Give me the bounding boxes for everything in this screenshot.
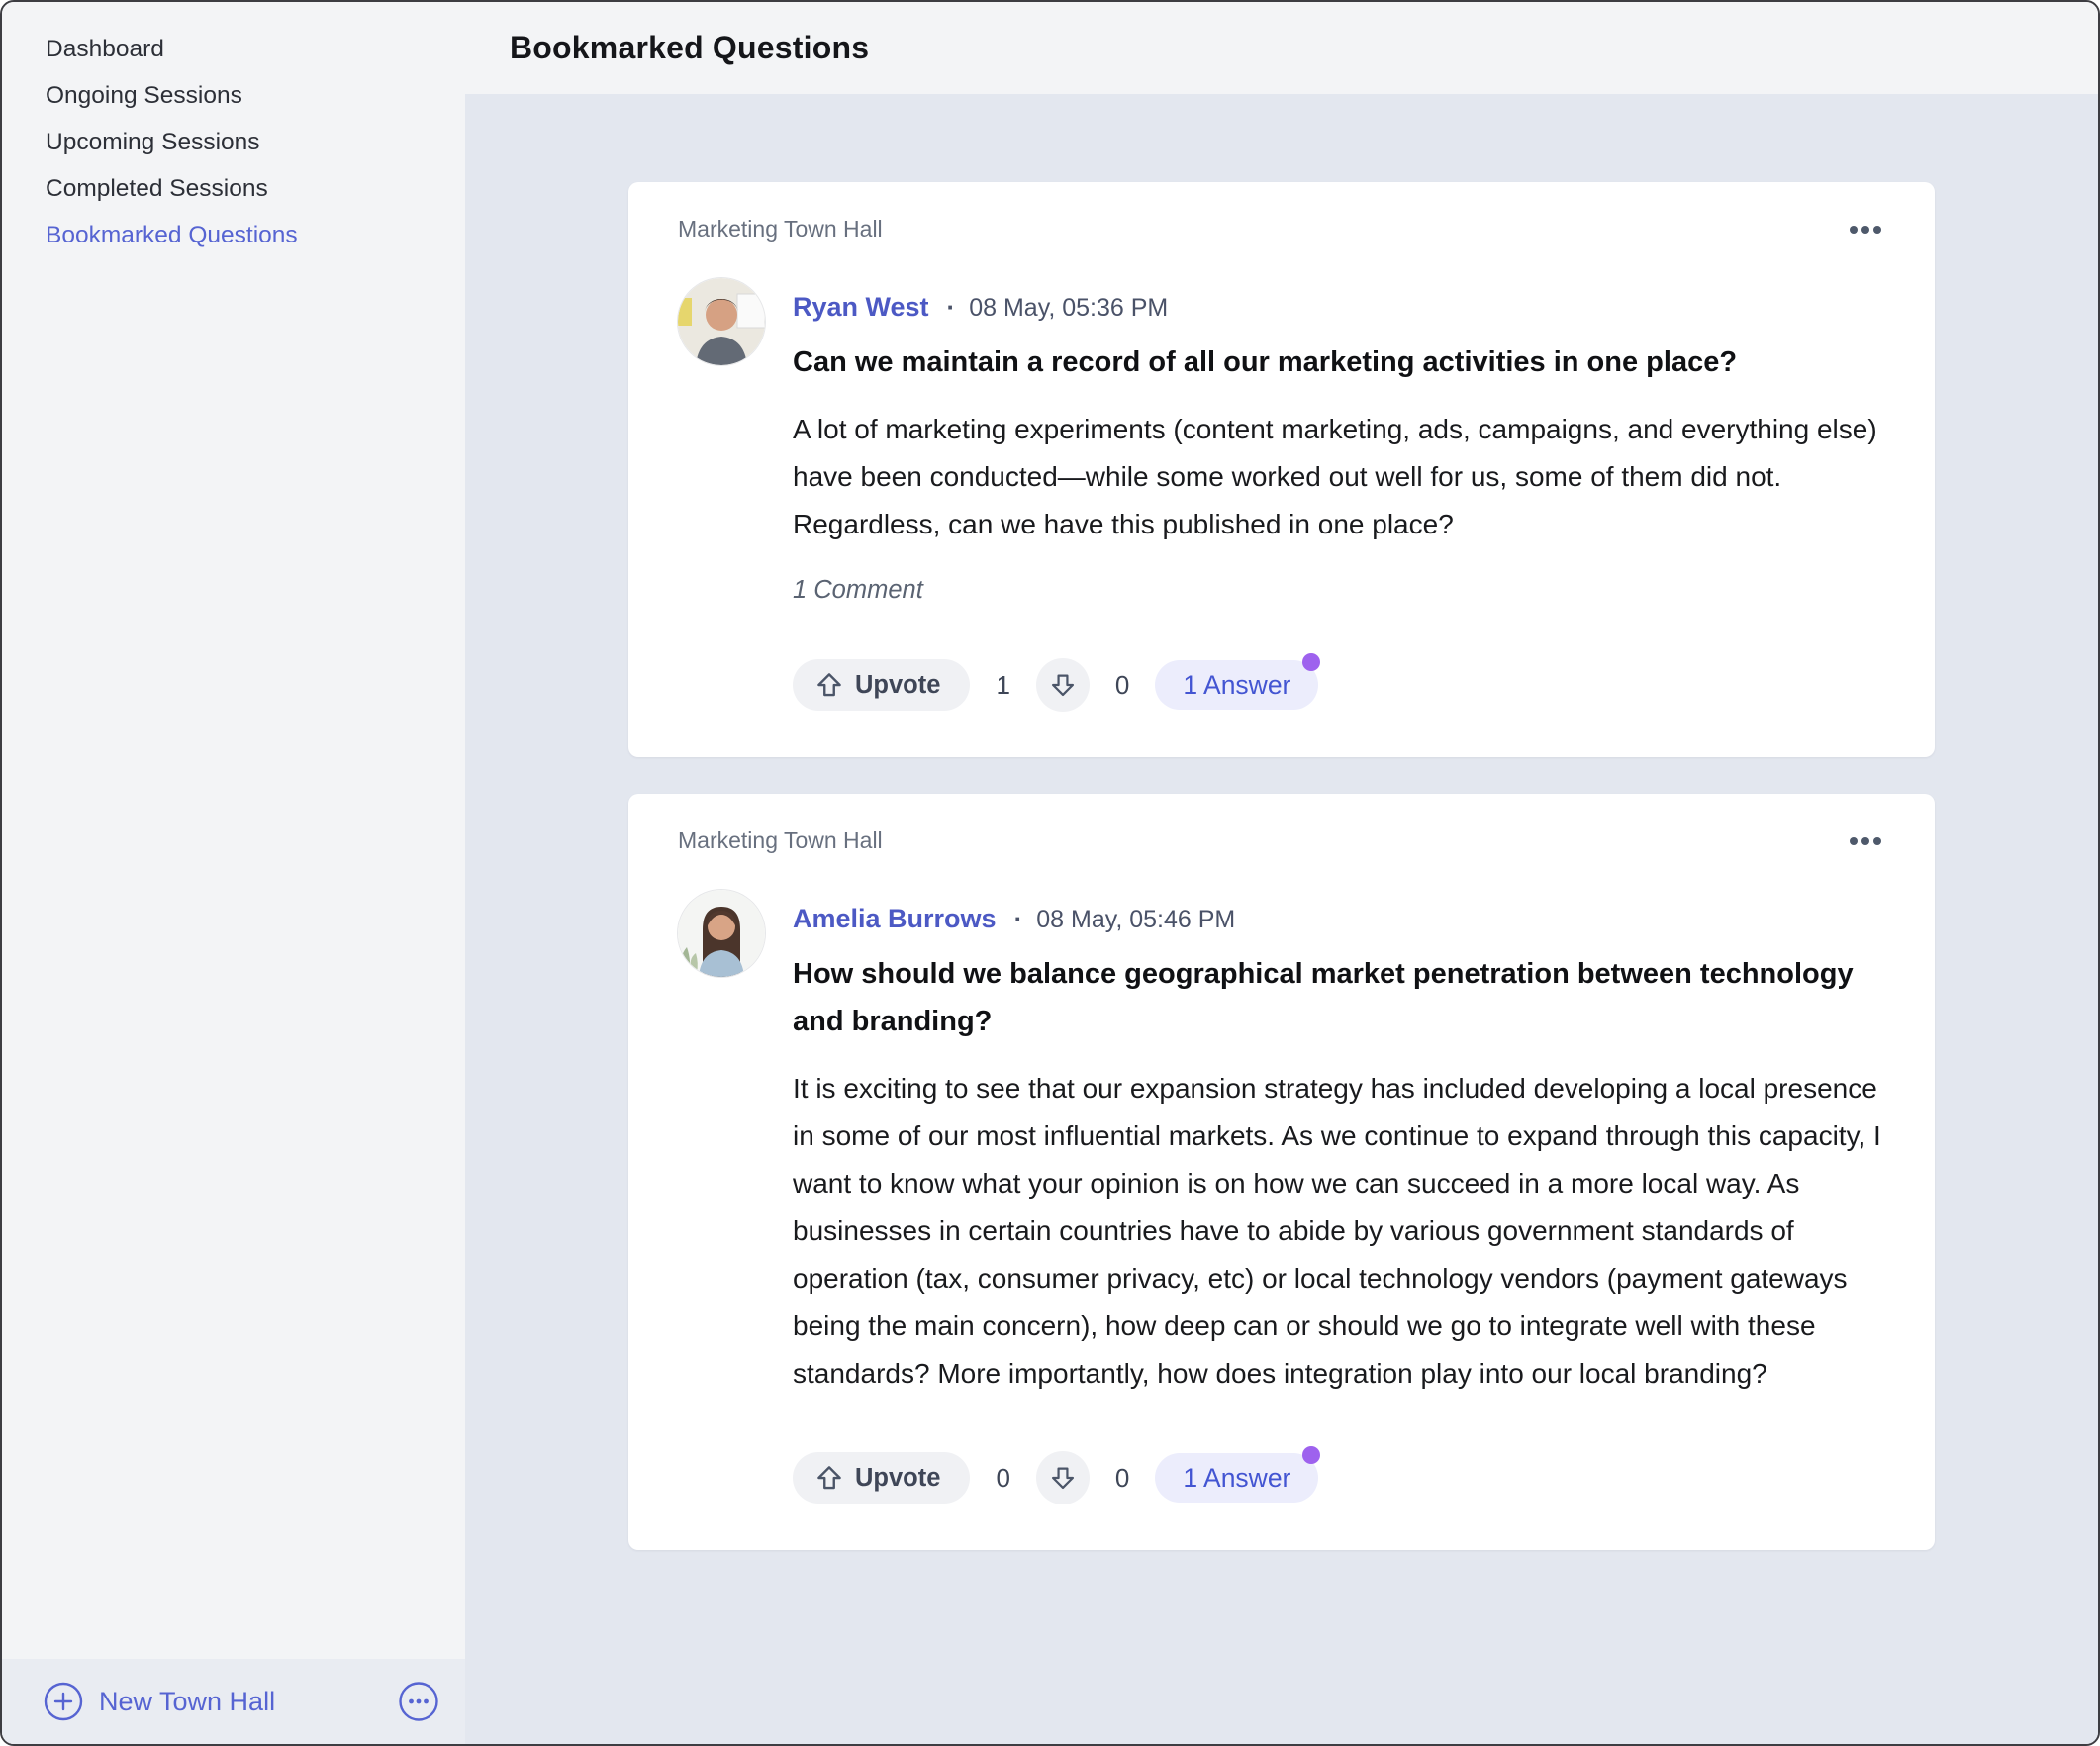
new-town-hall-label: New Town Hall: [99, 1687, 275, 1717]
ellipsis-icon: [1848, 835, 1883, 847]
sidebar-nav: Dashboard Ongoing Sessions Upcoming Sess…: [2, 2, 465, 258]
main-area: Bookmarked Questions Marketing Town Hall: [465, 2, 2098, 1744]
sidebar-item-ongoing-sessions[interactable]: Ongoing Sessions: [2, 72, 465, 119]
app-window: Dashboard Ongoing Sessions Upcoming Sess…: [0, 0, 2100, 1746]
question-body: A lot of marketing experiments (content …: [793, 406, 1885, 548]
downvote-button[interactable]: [1036, 1451, 1090, 1504]
card-header: Marketing Town Hall: [678, 216, 1885, 242]
sidebar-item-bookmarked-questions[interactable]: Bookmarked Questions: [2, 212, 465, 258]
sidebar-item-completed-sessions[interactable]: Completed Sessions: [2, 165, 465, 212]
card-body-row: Amelia Burrows · 08 May, 05:46 PM How sh…: [678, 890, 1885, 1504]
question-body: It is exciting to see that our expansion…: [793, 1065, 1885, 1398]
byline: Amelia Burrows · 08 May, 05:46 PM: [793, 904, 1885, 934]
ellipsis-icon: [1848, 224, 1883, 236]
upvote-label: Upvote: [855, 671, 940, 700]
upvote-arrow-icon: [814, 1463, 844, 1493]
page-header: Bookmarked Questions: [465, 2, 2098, 94]
session-label: Marketing Town Hall: [678, 216, 883, 242]
question-title: Can we maintain a record of all our mark…: [793, 339, 1885, 386]
page-title: Bookmarked Questions: [510, 30, 869, 66]
downvote-count: 0: [1115, 1463, 1129, 1494]
more-options-button[interactable]: [1846, 218, 1885, 242]
upvote-button[interactable]: Upvote: [793, 659, 970, 711]
downvote-count: 0: [1115, 670, 1129, 701]
actions-row: Upvote 1 0: [793, 658, 1885, 712]
timestamp: 08 May, 05:36 PM: [969, 294, 1168, 323]
sidebar-item-upcoming-sessions[interactable]: Upcoming Sessions: [2, 119, 465, 165]
question-title: How should we balance geographical marke…: [793, 950, 1885, 1045]
question-column: Ryan West · 08 May, 05:36 PM Can we main…: [793, 278, 1885, 712]
dot-separator: ·: [1014, 904, 1023, 934]
author-link[interactable]: Ryan West: [793, 292, 929, 323]
content-area: Marketing Town Hall: [465, 94, 2098, 1744]
notification-dot-icon: [1302, 653, 1320, 671]
answers-label: 1 Answer: [1183, 670, 1290, 701]
upvote-arrow-icon: [814, 670, 844, 700]
answers-button[interactable]: 1 Answer: [1155, 660, 1318, 710]
question-card-2: Marketing Town Hall: [628, 794, 1935, 1550]
notification-dot-icon: [1302, 1446, 1320, 1464]
more-options-button[interactable]: [1846, 829, 1885, 853]
upvote-label: Upvote: [855, 1464, 940, 1493]
downvote-arrow-icon: [1049, 671, 1077, 699]
byline: Ryan West · 08 May, 05:36 PM: [793, 292, 1885, 323]
card-body-row: Ryan West · 08 May, 05:36 PM Can we main…: [678, 278, 1885, 712]
plus-circle-icon: [44, 1682, 83, 1721]
upvote-count: 1: [996, 670, 1009, 701]
sidebar: Dashboard Ongoing Sessions Upcoming Sess…: [2, 2, 465, 1744]
question-column: Amelia Burrows · 08 May, 05:46 PM How sh…: [793, 890, 1885, 1504]
new-town-hall-button[interactable]: New Town Hall: [44, 1682, 275, 1721]
actions-row: Upvote 0 0: [793, 1451, 1885, 1504]
question-card-1: Marketing Town Hall: [628, 182, 1935, 757]
ellipsis-circle-icon: [398, 1681, 439, 1722]
card-header: Marketing Town Hall: [678, 827, 1885, 854]
avatar-ryan-west: [678, 278, 765, 365]
comments-count[interactable]: 1 Comment: [793, 576, 1885, 605]
answers-label: 1 Answer: [1183, 1463, 1290, 1494]
session-label: Marketing Town Hall: [678, 827, 883, 854]
sidebar-footer: New Town Hall: [2, 1659, 465, 1744]
sidebar-more-button[interactable]: [398, 1681, 439, 1722]
upvote-count: 0: [996, 1463, 1009, 1494]
dot-separator: ·: [947, 292, 956, 323]
upvote-button[interactable]: Upvote: [793, 1452, 970, 1504]
answers-button[interactable]: 1 Answer: [1155, 1453, 1318, 1503]
sidebar-item-dashboard[interactable]: Dashboard: [2, 26, 465, 72]
downvote-button[interactable]: [1036, 658, 1090, 712]
avatar-amelia-burrows: [678, 890, 765, 977]
timestamp: 08 May, 05:46 PM: [1036, 906, 1235, 934]
author-link[interactable]: Amelia Burrows: [793, 904, 997, 934]
downvote-arrow-icon: [1049, 1464, 1077, 1492]
